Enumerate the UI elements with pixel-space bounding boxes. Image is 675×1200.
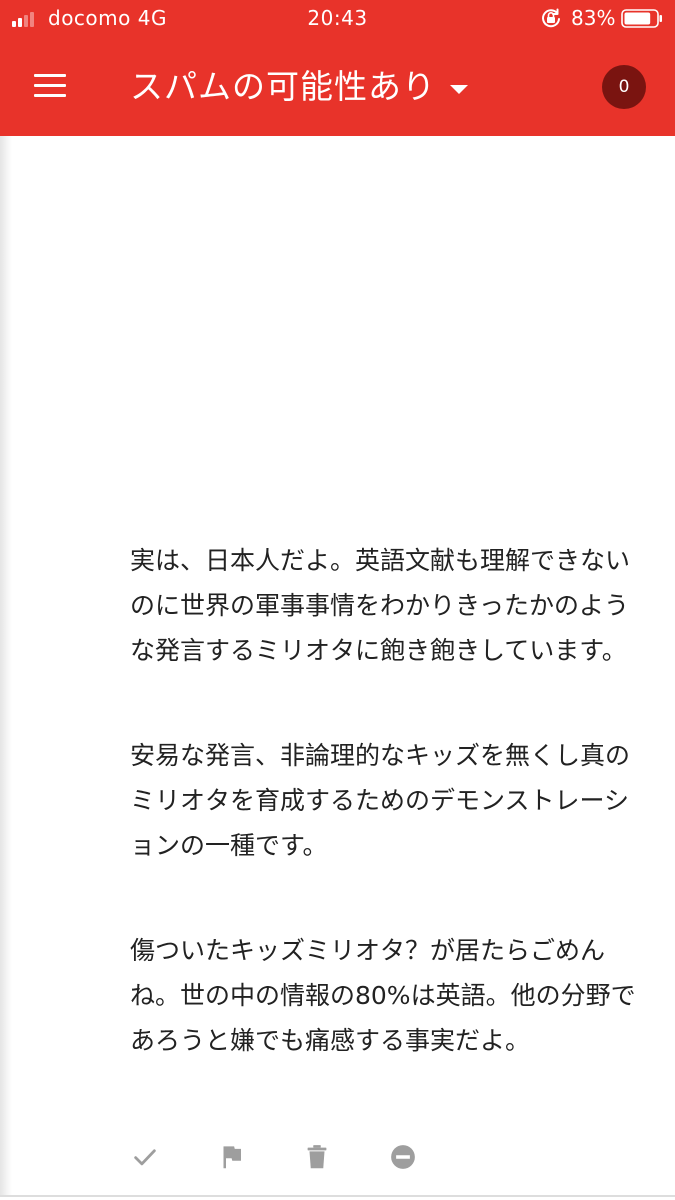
delete-button[interactable] bbox=[302, 1142, 332, 1172]
message-paragraph: 傷ついたキッズミリオタ？が居たらごめんね。世の中の情報の80%は英語。他の分野で… bbox=[130, 936, 636, 1055]
count-badge[interactable]: 0 bbox=[602, 65, 646, 109]
app-bar: スパムの可能性あり 0 bbox=[0, 38, 675, 136]
block-button[interactable] bbox=[388, 1142, 418, 1172]
block-icon bbox=[391, 1145, 415, 1169]
check-icon bbox=[134, 1149, 156, 1166]
message-paragraph: 安易な発言、非論理的なキッズを無くし真のミリオタを育成するためのデモンストレーシ… bbox=[130, 741, 631, 860]
battery-icon bbox=[621, 9, 662, 28]
menu-icon[interactable] bbox=[28, 69, 72, 105]
message-area: 実は、日本人だよ。英語文献も理解できないのに世界の軍事事情をわかりきったかのよう… bbox=[0, 136, 675, 1200]
message-body: 実は、日本人だよ。英語文献も理解できないのに世界の軍事事情をわかりきったかのよう… bbox=[130, 538, 650, 1063]
app-screen: docomo 4G 20:43 83% スパムの可能性あり 0 実は、日本人だよ… bbox=[0, 0, 675, 1200]
panel-edge-shadow bbox=[0, 136, 12, 1196]
caret-down-icon bbox=[450, 84, 468, 94]
page-title: スパムの可能性あり bbox=[130, 67, 436, 106]
bottom-divider bbox=[0, 1195, 675, 1197]
trash-icon bbox=[307, 1145, 327, 1169]
message-paragraph: 実は、日本人だよ。英語文献も理解できないのに世界の軍事事情をわかりきったかのよう… bbox=[130, 546, 631, 665]
title-dropdown[interactable]: スパムの可能性あり bbox=[130, 62, 468, 112]
battery-percentage: 83% bbox=[571, 6, 616, 30]
flag-button[interactable] bbox=[216, 1142, 246, 1172]
status-bar: docomo 4G 20:43 83% bbox=[0, 0, 675, 38]
flag-icon bbox=[223, 1146, 241, 1169]
battery-fill bbox=[624, 12, 651, 25]
approve-button[interactable] bbox=[130, 1142, 160, 1172]
rotation-lock-icon bbox=[542, 8, 560, 28]
